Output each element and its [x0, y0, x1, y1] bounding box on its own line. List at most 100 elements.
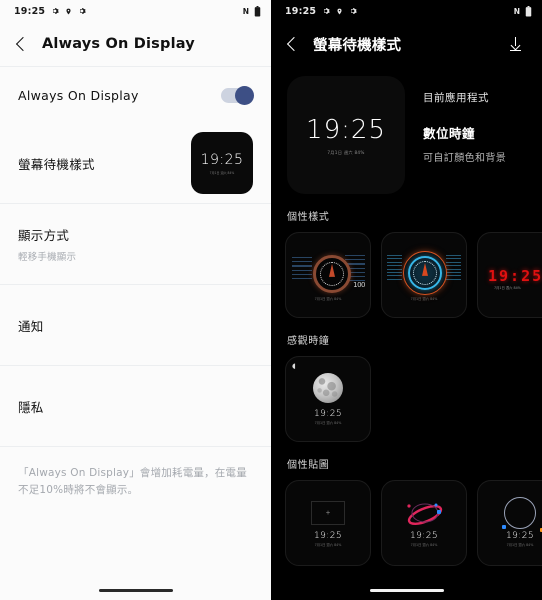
- row-privacy[interactable]: 隱私: [0, 366, 271, 446]
- style-card-gauge-blue[interactable]: 7月1日 週六 84%: [381, 232, 467, 318]
- settings-icon: [322, 7, 331, 15]
- page-title: 螢幕待機樣式: [313, 37, 402, 54]
- style-card-digital-red[interactable]: 19:25 7月1日 週六 84%: [477, 232, 542, 318]
- back-arrow-icon[interactable]: [286, 36, 302, 52]
- section-sensory-clock: 感觀時鐘 ◖ 19:25 7月1日 週六 84%: [271, 332, 542, 442]
- download-icon[interactable]: [509, 37, 522, 51]
- status-bar-clock: 19:25: [14, 5, 46, 17]
- battery-icon: [254, 5, 261, 17]
- thumbnail-subtext: 7月1日 週六 84%: [209, 170, 235, 175]
- current-style-description: 可自訂顏色和背景: [423, 153, 507, 164]
- status-bar-right: 19:25 N: [271, 0, 542, 22]
- row-display-mode[interactable]: 顯示方式 輕移手機顯示: [0, 204, 271, 284]
- nfc-icon: N: [242, 6, 249, 16]
- status-bar-right-group: N: [513, 5, 532, 17]
- orbit-dot-blue-icon: [502, 525, 506, 529]
- status-bar-left-group: 19:25: [285, 5, 358, 17]
- settings-icon: [51, 7, 60, 15]
- left-topbar: Always On Display: [0, 22, 271, 66]
- card-subtext: 7月1日 週六 84%: [506, 543, 534, 547]
- row-sublabel: 輕移手機顯示: [18, 252, 77, 263]
- right-screen-standby-styles: 19:25 N 螢幕待機樣式 19:25 7月1日 週六 84% 目前應用程式 …: [271, 0, 542, 600]
- style-card-row[interactable]: 100 7月1日 週六 84% 7月1日 週六 84% 19:25 7月1日 週…: [271, 232, 542, 318]
- card-subtext: 7月1日 週六 84%: [314, 421, 342, 425]
- style-card-moon[interactable]: ◖ 19:25 7月1日 週六 84%: [285, 356, 371, 442]
- card-time: 19:25: [314, 531, 342, 541]
- home-indicator: [369, 589, 444, 592]
- style-card-row[interactable]: + 19:25 7月1日 週六 84% 19:25 7月1日 週六 84% 19…: [271, 480, 542, 566]
- row-always-on-display[interactable]: Always On Display: [0, 67, 271, 123]
- always-on-display-toggle[interactable]: [221, 85, 254, 105]
- card-subtext: 7月1日 週六 84%: [410, 297, 438, 301]
- section-title: 個性貼圖: [287, 460, 330, 471]
- gauge-needle-icon: [329, 263, 335, 277]
- plus-icon: +: [325, 509, 331, 517]
- decor-left-lines: [292, 257, 312, 282]
- moon-phase-icon: ◖: [292, 362, 296, 370]
- gauge-speed-label: 100: [353, 281, 365, 289]
- current-style-hero: 19:25 7月1日 週六 84% 目前應用程式 數位時鐘 可自訂顏色和背景: [271, 66, 542, 194]
- standby-style-thumbnail[interactable]: 19:25 7月1日 週六 84%: [191, 132, 253, 194]
- decor-right-arc: [446, 255, 461, 293]
- status-bar-right-group: N: [242, 5, 261, 17]
- card-time: 19:25: [506, 531, 534, 541]
- section-personality-styles: 個性樣式 100 7月1日 週六 84% 7月1日 週六 84% 19:25 7…: [271, 208, 542, 318]
- status-bar-clock: 19:25: [285, 5, 317, 17]
- style-card-sticker-planet[interactable]: 19:25 7月1日 週六 84%: [381, 480, 467, 566]
- row-label: 隱私: [18, 399, 44, 415]
- home-indicator: [98, 589, 173, 592]
- style-card-sticker-orbit[interactable]: 19:25 7月1日 週六 84%: [477, 480, 542, 566]
- battery-icon: [525, 5, 532, 17]
- row-label: 顯示方式: [18, 228, 70, 243]
- right-topbar: 螢幕待機樣式: [271, 22, 542, 66]
- planet-graphic-icon: [382, 497, 466, 531]
- location-icon: [65, 7, 72, 16]
- style-card-sticker-frame[interactable]: + 19:25 7月1日 週六 84%: [285, 480, 371, 566]
- current-style-preview[interactable]: 19:25 7月1日 週六 84%: [287, 76, 405, 194]
- card-time: 19:25: [314, 409, 342, 419]
- current-app-label: 目前應用程式: [423, 92, 489, 104]
- row-label: Always On Display: [18, 87, 139, 103]
- current-style-meta: 目前應用程式 數位時鐘 可自訂顏色和背景: [423, 76, 506, 194]
- page-title: Always On Display: [42, 36, 195, 52]
- sticker-placeholder-frame-icon: +: [311, 501, 345, 525]
- orbit-ring-icon: [504, 497, 536, 529]
- preview-subtext: 7月1日 週六 84%: [327, 149, 365, 155]
- decor-left-arc: [387, 255, 402, 293]
- location-icon: [336, 7, 343, 16]
- left-screen-always-on-display: 19:25 N Always On Display Always On Disp…: [0, 0, 271, 600]
- style-card-row[interactable]: ◖ 19:25 7月1日 週六 84%: [271, 356, 542, 442]
- row-label: 通知: [18, 318, 44, 334]
- card-subtext: 7月1日 週六 84%: [314, 543, 342, 547]
- card-subtext: 7月1日 週六 84%: [410, 543, 438, 547]
- card-time: 19:25: [410, 531, 438, 541]
- toggle-knob: [235, 85, 254, 105]
- moon-graphic-icon: [313, 373, 343, 403]
- nfc-icon: N: [513, 6, 520, 16]
- dual-screenshot: 19:25 N Always On Display Always On Disp…: [0, 0, 542, 600]
- style-card-gauge-copper[interactable]: 100 7月1日 週六 84%: [285, 232, 371, 318]
- card-subtext: 7月1日 週六 84%: [314, 297, 342, 301]
- gauge-needle-icon: [422, 262, 428, 276]
- current-style-name: 數位時鐘: [423, 126, 476, 141]
- section-title: 個性樣式: [287, 212, 330, 223]
- row-standby-style[interactable]: 螢幕待機樣式 19:25 7月1日 週六 84%: [0, 123, 271, 203]
- section-title: 感觀時鐘: [287, 336, 330, 347]
- status-bar-left: 19:25 N: [0, 0, 271, 22]
- footnote-text: 「Always On Display」會增加耗電量，在電量不足10%時將不會顯示…: [18, 467, 247, 497]
- row-notifications[interactable]: 通知: [0, 285, 271, 365]
- card-subtext: 7月1日 週六 84%: [494, 286, 521, 290]
- row-label: 螢幕待機樣式: [18, 156, 95, 172]
- location-alt-icon: [349, 7, 358, 15]
- status-bar-left-group: 19:25: [14, 5, 87, 17]
- gauge-dial-icon: [408, 256, 442, 290]
- preview-time: 19:25: [306, 114, 386, 145]
- location-alt-icon: [78, 7, 87, 15]
- topbar-left-group: 螢幕待機樣式: [286, 34, 402, 55]
- back-arrow-icon[interactable]: [15, 36, 31, 52]
- card-time: 19:25: [488, 267, 542, 285]
- thumbnail-time: 19:25: [200, 151, 244, 168]
- section-personality-stickers: 個性貼圖 + 19:25 7月1日 週六 84% 19:25 7月1日 週六 8…: [271, 456, 542, 566]
- gauge-dial-icon: [313, 255, 351, 293]
- row-text-group: 顯示方式 輕移手機顯示: [18, 225, 76, 263]
